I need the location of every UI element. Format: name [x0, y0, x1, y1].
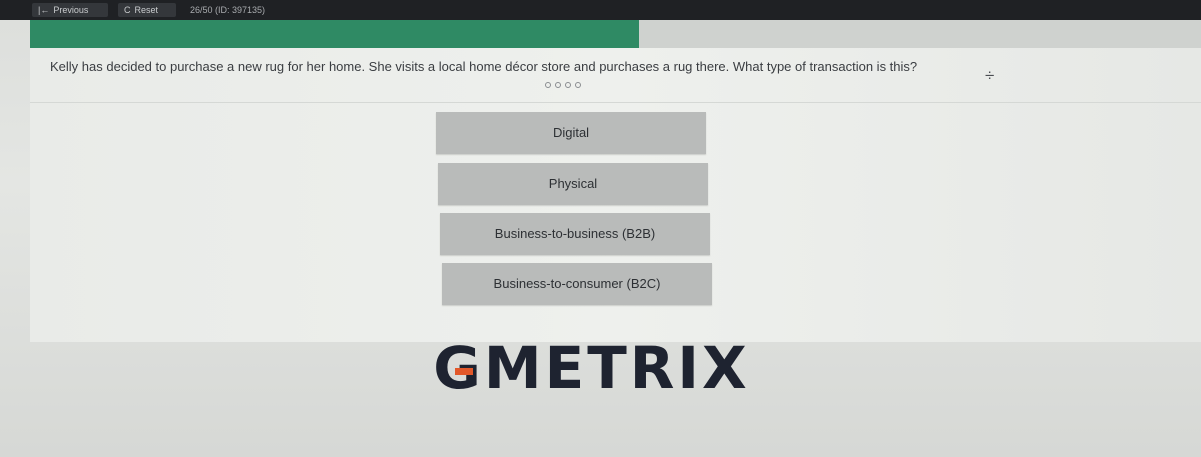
answer-option-b2c[interactable]: Business-to-consumer (B2C) — [442, 263, 712, 305]
divider — [30, 102, 1201, 103]
divide-icon[interactable]: ÷ — [985, 66, 994, 86]
answer-option-digital[interactable]: Digital — [436, 112, 706, 154]
dot — [545, 82, 551, 88]
previous-label: Previous — [53, 5, 89, 15]
gmetrix-logo: GMETRIX — [0, 336, 1201, 400]
dot — [565, 82, 571, 88]
progress-bar — [30, 20, 1201, 48]
dot — [575, 82, 581, 88]
back-arrow-icon: |← — [38, 5, 50, 15]
reset-icon: C — [124, 5, 131, 15]
question-panel: Kelly has decided to purchase a new rug … — [30, 48, 1201, 342]
loading-dots — [545, 82, 581, 88]
logo-accent-bar — [455, 368, 474, 375]
progress-bar-fill — [30, 20, 639, 48]
logo-g: G — [433, 336, 484, 400]
answer-option-physical[interactable]: Physical — [438, 163, 708, 205]
reset-button[interactable]: C Reset — [118, 3, 176, 17]
dot — [555, 82, 561, 88]
top-toolbar: |← Previous C Reset 26/50 (ID: 397135) — [0, 0, 1201, 20]
logo-text: GMETRIX — [433, 336, 749, 400]
answer-option-b2b[interactable]: Business-to-business (B2B) — [440, 213, 710, 255]
logo-rest: METRIX — [483, 334, 750, 402]
reset-label: Reset — [134, 5, 159, 15]
previous-button[interactable]: |← Previous — [32, 3, 108, 17]
question-counter: 26/50 (ID: 397135) — [190, 5, 266, 15]
question-text: Kelly has decided to purchase a new rug … — [50, 59, 918, 74]
